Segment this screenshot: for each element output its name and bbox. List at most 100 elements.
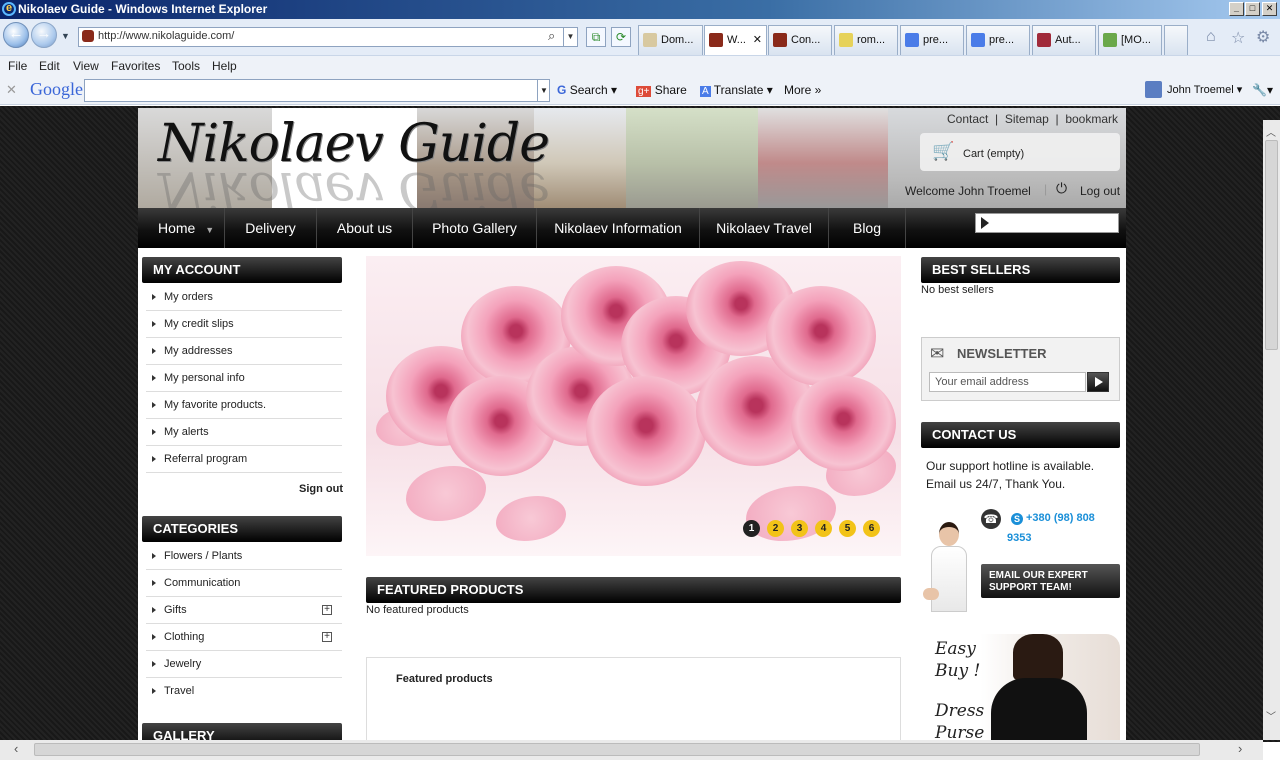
nav-nikolaev-information[interactable]: Nikolaev Information: [537, 208, 700, 248]
logout-link[interactable]: Log out: [1080, 184, 1120, 198]
slider-page-3[interactable]: 3: [791, 520, 808, 537]
email-expert-button[interactable]: EMAIL OUR EXPERT SUPPORT TEAM!: [981, 564, 1120, 598]
window-title-bar: e Nikolaev Guide - Windows Internet Expl…: [0, 0, 1280, 19]
scroll-up-icon[interactable]: ︿: [1266, 124, 1276, 139]
back-arrow-icon[interactable]: ←: [3, 22, 29, 48]
category-communication[interactable]: Communication: [146, 570, 342, 597]
support-phone-cont[interactable]: 9353: [1007, 532, 1031, 544]
tab-3[interactable]: Con...: [768, 25, 832, 55]
category-flowers-plants[interactable]: Flowers / Plants: [146, 543, 342, 570]
category-jewelry[interactable]: Jewelry: [146, 651, 342, 678]
google-search-dropdown-icon[interactable]: ▼: [537, 79, 550, 102]
sign-out-link[interactable]: Sign out: [299, 483, 343, 495]
category-travel[interactable]: Travel: [146, 678, 342, 705]
tab-2-active[interactable]: W... ✕: [704, 25, 767, 55]
history-dropdown-icon[interactable]: ▼: [61, 31, 70, 41]
slider-page-1[interactable]: 1: [743, 520, 760, 537]
tab-7[interactable]: Aut...: [1032, 25, 1096, 55]
expand-plus-icon[interactable]: +: [322, 632, 332, 642]
my-addresses-link[interactable]: My addresses: [146, 338, 342, 365]
slider-page-2[interactable]: 2: [767, 520, 784, 537]
menu-favorites[interactable]: Favorites: [111, 56, 160, 76]
newsletter-email-input[interactable]: Your email address: [929, 372, 1086, 392]
user-name: John Troemel: [1167, 84, 1234, 96]
tab-4[interactable]: rom...: [834, 25, 898, 55]
my-favorite-products-link[interactable]: My favorite products.: [146, 392, 342, 419]
my-credit-slips-link[interactable]: My credit slips: [146, 311, 342, 338]
menu-view[interactable]: View: [73, 56, 99, 76]
nav-about-us[interactable]: About us: [317, 208, 413, 248]
tools-gear-icon[interactable]: ⚙: [1256, 27, 1270, 47]
my-alerts-link[interactable]: My alerts: [146, 419, 342, 446]
menu-file[interactable]: File: [8, 56, 27, 76]
user-account-button[interactable]: John Troemel ▾: [1167, 83, 1242, 96]
wrench-icon[interactable]: 🔧▾: [1252, 83, 1273, 97]
nav-nikolaev-travel[interactable]: Nikolaev Travel: [700, 208, 829, 248]
referral-program-link[interactable]: Referral program: [146, 446, 342, 473]
menu-help[interactable]: Help: [212, 56, 237, 76]
scroll-left-icon[interactable]: ‹: [14, 741, 18, 756]
nav-delivery[interactable]: Delivery: [225, 208, 317, 248]
cart-icon: 🛒: [932, 141, 955, 161]
tab-1[interactable]: Dom...: [638, 25, 703, 55]
cart-box[interactable]: 🛒 Cart (empty): [920, 133, 1120, 171]
menu-edit[interactable]: Edit: [39, 56, 60, 76]
menu-tools[interactable]: Tools: [172, 56, 200, 76]
newsletter-submit-button[interactable]: [1087, 372, 1109, 392]
share-button[interactable]: g+ Share: [636, 83, 687, 97]
refresh-icon[interactable]: ⟳: [611, 27, 631, 47]
bookmark-link[interactable]: bookmark: [1065, 112, 1118, 126]
close-window-icon[interactable]: ✕: [1262, 2, 1277, 16]
vertical-scroll-thumb[interactable]: [1265, 140, 1278, 350]
ad-line-4: Purse: [935, 723, 985, 742]
more-button[interactable]: More »: [784, 83, 821, 97]
horizontal-scrollbar[interactable]: ‹ ›: [0, 740, 1263, 760]
my-orders-link[interactable]: My orders: [146, 284, 342, 311]
scroll-down-icon[interactable]: ﹀: [1266, 708, 1276, 723]
site-favicon-icon: [82, 30, 94, 42]
category-gifts[interactable]: Gifts +: [146, 597, 342, 624]
contact-link[interactable]: Contact: [947, 112, 988, 126]
category-clothing[interactable]: Clothing +: [146, 624, 342, 651]
new-tab-button[interactable]: [1164, 25, 1188, 55]
vertical-scrollbar[interactable]: ︿ ﹀: [1263, 120, 1280, 740]
advertisement-banner[interactable]: Easy Buy ! Dress Purse: [921, 634, 1120, 742]
sitemap-link[interactable]: Sitemap: [1005, 112, 1049, 126]
favorites-star-icon[interactable]: ☆: [1231, 28, 1245, 48]
minimize-icon[interactable]: _: [1229, 2, 1244, 16]
search-icon[interactable]: ⌕: [548, 28, 555, 44]
tab-label: pre...: [923, 34, 949, 46]
slider-page-4[interactable]: 4: [815, 520, 832, 537]
search-arrow-icon[interactable]: [981, 217, 989, 229]
home-icon[interactable]: ⌂: [1206, 28, 1216, 46]
close-toolbar-icon[interactable]: ✕: [6, 82, 17, 98]
support-phone[interactable]: +380 (98) 808: [1026, 512, 1095, 524]
translate-button[interactable]: A Translate ▾: [700, 83, 773, 97]
my-personal-info-link[interactable]: My personal info: [146, 365, 342, 392]
tab-8[interactable]: [MO...: [1098, 25, 1162, 55]
expand-plus-icon[interactable]: +: [322, 605, 332, 615]
window-title: Nikolaev Guide - Windows Internet Explor…: [18, 2, 268, 16]
site-logo[interactable]: Nikolaev Guide: [158, 114, 550, 174]
google-search-button[interactable]: G Search ▾: [557, 83, 617, 97]
slider-page-5[interactable]: 5: [839, 520, 856, 537]
slider-page-6[interactable]: 6: [863, 520, 880, 537]
compatibility-view-icon[interactable]: ⧉: [586, 27, 606, 47]
site-search-input[interactable]: [975, 213, 1119, 233]
close-tab-icon[interactable]: ✕: [753, 26, 762, 54]
google-search-input[interactable]: [84, 79, 550, 102]
nav-home[interactable]: Home ▼: [138, 208, 225, 248]
tab-6[interactable]: pre...: [966, 25, 1030, 55]
image-slider[interactable]: [366, 256, 901, 556]
ad-line-2: Buy !: [935, 661, 981, 681]
google-plus-icon: g+: [636, 86, 652, 97]
forward-arrow-icon[interactable]: →: [31, 22, 57, 48]
scroll-right-icon[interactable]: ›: [1238, 741, 1242, 756]
url-dropdown-icon[interactable]: ▼: [563, 27, 577, 46]
nav-photo-gallery[interactable]: Photo Gallery: [413, 208, 537, 248]
featured-products-box: Featured products: [366, 657, 901, 742]
tab-5[interactable]: pre...: [900, 25, 964, 55]
horizontal-scroll-thumb[interactable]: [34, 743, 1200, 756]
maximize-icon[interactable]: □: [1245, 2, 1260, 16]
nav-blog[interactable]: Blog: [829, 208, 906, 248]
